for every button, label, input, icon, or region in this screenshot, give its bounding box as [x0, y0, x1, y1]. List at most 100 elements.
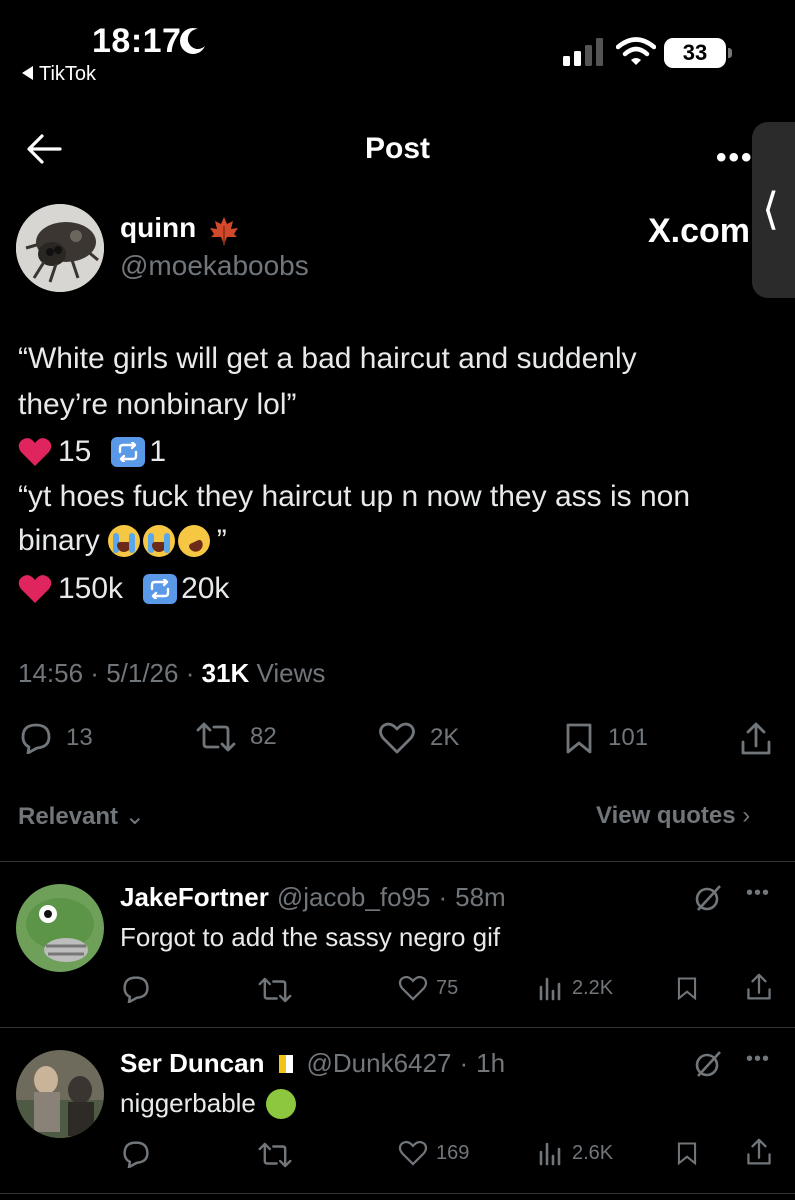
post-text-line-4-end: ” — [216, 524, 227, 557]
heart-outline-icon — [398, 1140, 428, 1166]
share-icon — [741, 722, 771, 755]
reply-icon — [21, 723, 51, 754]
share-icon — [747, 973, 771, 1000]
loudly-crying-emoji-icon — [107, 525, 140, 557]
view-quotes-link[interactable]: View quotes › — [596, 802, 750, 830]
red-heart-icon — [18, 574, 52, 604]
post-text-line-3: “yt hoes fuck they haircut up n now they… — [18, 480, 691, 513]
reply-text: Forgot to add the sassy negro gif — [120, 922, 501, 952]
repeat-icon — [111, 437, 146, 467]
quote-2-likes: 150k — [58, 572, 124, 605]
battery-indicator: 33 — [664, 38, 732, 68]
author-handle[interactable]: @moekaboobs — [120, 250, 309, 282]
quote-1-stats: 15 1 — [18, 435, 166, 469]
views-chart-icon — [539, 977, 561, 1001]
back-app-label: TikTok — [39, 63, 97, 85]
reply-author-name[interactable]: Ser Duncan — [120, 1048, 265, 1079]
heart-outline-icon — [379, 722, 415, 754]
loudly-crying-emoji-icon — [142, 525, 175, 557]
reply-more-icon[interactable]: ••• — [746, 1048, 770, 1071]
reply-share-button[interactable] — [746, 1138, 780, 1166]
reply-view-count: 2.2K — [572, 976, 614, 999]
grok-icon[interactable] — [694, 1050, 722, 1078]
reply-views[interactable]: 2.6K — [538, 1140, 613, 1166]
post-time: 14:56 — [18, 658, 84, 688]
back-to-app-link[interactable]: TikTok — [22, 63, 96, 86]
repost-icon — [196, 722, 236, 752]
reply-share-button[interactable] — [746, 973, 780, 1001]
bookmark-icon — [677, 977, 697, 1001]
reply-icon — [123, 976, 149, 1003]
like-count: 2K — [430, 724, 460, 751]
more-options-icon[interactable]: ••• — [716, 141, 754, 175]
share-button[interactable] — [740, 722, 786, 756]
reply-avatar[interactable] — [16, 1050, 104, 1138]
back-triangle-icon — [22, 66, 33, 80]
repeat-icon — [143, 574, 178, 604]
rofl-emoji-icon — [172, 519, 215, 563]
reply-text-row: niggerbable — [120, 1088, 296, 1119]
side-panel-tab[interactable]: ⟨ — [752, 122, 795, 298]
quote-1-likes: 15 — [58, 435, 92, 468]
x-com-watermark: X.com — [648, 212, 751, 250]
reply-like-button[interactable]: 75 — [398, 975, 458, 1001]
view-quotes-label: View quotes — [596, 802, 736, 829]
grok-icon[interactable] — [694, 884, 722, 912]
reply-header: Ser Duncan @Dunk6427 · 1h — [120, 1048, 506, 1079]
repost-icon — [258, 977, 292, 1003]
status-time: 18:17 — [92, 22, 182, 60]
moon-icon — [178, 26, 208, 56]
reply-avatar[interactable] — [16, 884, 104, 972]
reply-time: 58m — [455, 882, 506, 912]
reply-more-icon[interactable]: ••• — [746, 882, 770, 905]
bookmark-count: 101 — [608, 724, 649, 751]
reply-bookmark-button[interactable] — [676, 1140, 706, 1166]
chevron-down-icon: ⌄ — [124, 803, 145, 830]
wifi-icon — [616, 36, 656, 66]
quote-1-reposts: 1 — [149, 435, 167, 468]
bookmark-icon — [566, 723, 592, 754]
sort-relevant-dropdown[interactable]: Relevant ⌄ — [18, 802, 145, 831]
post-text-line-4-text: binary — [18, 524, 100, 557]
bookmark-icon — [677, 1142, 697, 1166]
chevron-right-icon: › — [742, 802, 751, 829]
reply-author-name[interactable]: JakeFortner — [120, 882, 269, 913]
post-text-line-1: “White girls will get a bad haircut and … — [18, 342, 637, 375]
reply-like-button[interactable]: 169 — [398, 1140, 469, 1166]
divider — [0, 1027, 795, 1028]
chevron-left-icon: ⟨ — [762, 184, 780, 235]
reply-reply-button[interactable] — [122, 975, 158, 1003]
reply-button[interactable]: 13 — [20, 722, 93, 754]
reply-text: niggerbable — [120, 1088, 256, 1118]
reply-reply-button[interactable] — [122, 1140, 158, 1168]
author-avatar[interactable] — [16, 204, 104, 292]
divider — [0, 1193, 795, 1194]
signal-icon — [563, 38, 607, 66]
views-count: 31K — [201, 658, 250, 688]
reply-author-handle[interactable]: @Dunk6427 — [307, 1048, 452, 1079]
reply-views[interactable]: 2.2K — [538, 975, 613, 1001]
reply-author-handle[interactable]: @jacob_fo95 — [277, 882, 431, 913]
red-heart-icon — [18, 437, 52, 467]
maple-leaf-icon — [208, 216, 240, 246]
quote-2-stats: 150k 20k — [18, 572, 229, 606]
reply-header: JakeFortner @jacob_fo95 · 58m — [120, 882, 506, 913]
reply-like-count: 169 — [436, 1141, 470, 1164]
reply-repost-button[interactable] — [258, 1142, 300, 1168]
heart-outline-icon — [398, 975, 428, 1001]
nauseated-face-emoji-icon — [265, 1088, 296, 1119]
views-chart-icon — [539, 1142, 561, 1166]
reply-bookmark-button[interactable] — [676, 975, 706, 1001]
reply-time: 1h — [476, 1048, 506, 1078]
page-title: Post — [364, 132, 430, 165]
post-text-line-4: binary ” — [18, 519, 227, 563]
reply-icon — [123, 1141, 149, 1168]
reply-count: 13 — [66, 724, 93, 751]
quote-2-reposts: 20k — [181, 572, 230, 605]
repost-button[interactable]: 82 — [196, 722, 277, 752]
author-name[interactable]: quinn — [120, 212, 196, 244]
bookmark-button[interactable]: 101 — [564, 722, 648, 754]
reply-repost-button[interactable] — [258, 977, 300, 1003]
divider — [0, 861, 795, 862]
like-button[interactable]: 2K — [378, 722, 459, 754]
